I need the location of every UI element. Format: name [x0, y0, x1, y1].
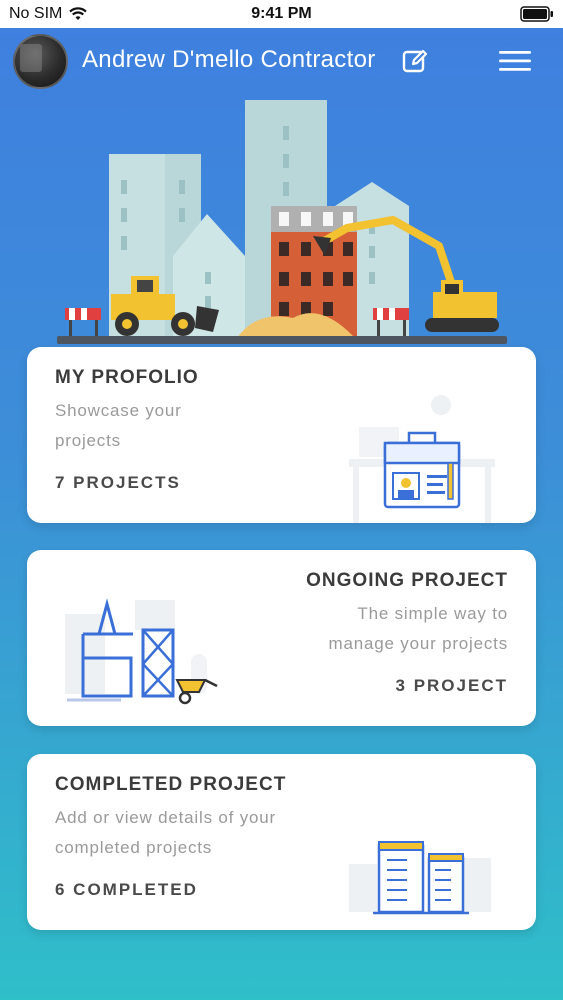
edit-icon[interactable]: [402, 48, 428, 74]
ongoing-card-description-line2: manage your projects: [328, 634, 508, 653]
status-bar: No SIM 9:41 PM: [0, 0, 563, 28]
portfolio-card[interactable]: MY PROFOLIO Showcase your projects 7 PRO…: [27, 347, 536, 523]
construction-crane-icon: [65, 598, 218, 705]
portfolio-card-description-line2: projects: [55, 431, 121, 450]
portfolio-briefcase-icon: [349, 395, 495, 523]
completed-card-description-line1: Add or view details of your: [55, 808, 276, 827]
battery-icon: [520, 6, 553, 22]
completed-project-card[interactable]: COMPLETED PROJECT Add or view details of…: [27, 754, 536, 930]
completed-card-title: COMPLETED PROJECT: [55, 774, 287, 795]
completed-card-description-line2: completed projects: [55, 838, 213, 857]
portfolio-card-count: 7 PROJECTS: [55, 473, 181, 492]
page-title: Andrew D'mello Contractor: [82, 46, 376, 73]
portfolio-card-description-line1: Showcase your: [55, 401, 182, 420]
hamburger-menu-icon[interactable]: [499, 50, 531, 72]
ongoing-project-card[interactable]: ONGOING PROJECT The simple way to manage…: [27, 550, 536, 726]
avatar[interactable]: [13, 34, 68, 89]
ongoing-card-title: ONGOING PROJECT: [306, 570, 508, 591]
completed-card-count: 6 COMPLETED: [55, 880, 198, 899]
status-time: 9:41 PM: [251, 5, 312, 22]
portfolio-card-title: MY PROFOLIO: [55, 367, 199, 388]
ongoing-card-count: 3 PROJECT: [395, 676, 508, 695]
ongoing-card-description-line1: The simple way to: [357, 604, 508, 623]
app-header: Andrew D'mello Contractor: [0, 28, 563, 94]
buildings-icon: [349, 841, 491, 915]
construction-illustration: [57, 100, 507, 344]
